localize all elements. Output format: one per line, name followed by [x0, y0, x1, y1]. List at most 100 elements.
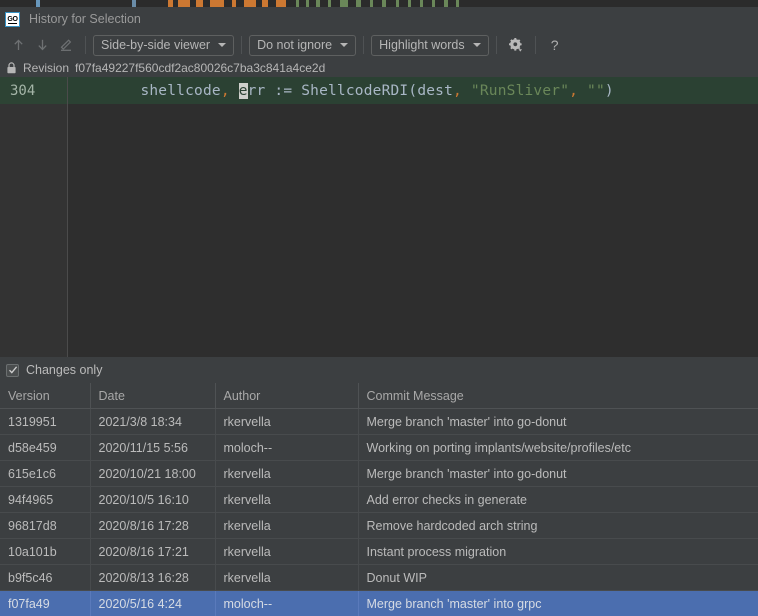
table-row[interactable]: d58e459 2020/11/15 5:56 moloch-- Working… [0, 434, 758, 461]
cell-date: 2020/5/16 4:24 [90, 590, 216, 616]
cell-author: moloch-- [215, 590, 359, 616]
history-for-selection-window: GO History for Selection Side-by-side vi… [0, 0, 758, 616]
toolbar-separator-5 [534, 36, 536, 54]
cell-date: 2020/8/16 17:28 [90, 512, 216, 539]
cell-version: 1319951 [0, 408, 91, 435]
cell-commit-message: Remove hardcoded arch string [358, 512, 758, 539]
line-number: 304 [0, 77, 68, 104]
code-token-space-3 [578, 83, 587, 99]
lock-icon [6, 62, 17, 74]
table-row[interactable]: 94f4965 2020/10/5 16:10 rkervella Add er… [0, 486, 758, 513]
cell-commit-message: Merge branch 'master' into go-donut [358, 408, 758, 435]
changes-only-label: Changes only [26, 363, 103, 377]
ignore-mode-label: Do not ignore [257, 38, 333, 52]
toolbar-separator-2 [241, 36, 243, 54]
cell-date: 2020/10/21 18:00 [90, 460, 216, 487]
toolbar-separator-3 [363, 36, 365, 54]
history-table: Version Date Author Commit Message 13199… [0, 383, 758, 616]
arrow-down-icon[interactable] [30, 34, 54, 56]
revision-label: Revision [23, 61, 70, 75]
text-caret-highlight: e [238, 82, 248, 99]
help-glyph: ? [550, 37, 559, 53]
column-header-version[interactable]: Version [0, 383, 91, 409]
code-token-empty-string: "" [587, 82, 605, 99]
code-token-comma-3: , [569, 82, 579, 99]
background-editor-sliver [0, 0, 758, 7]
cell-version: 94f4965 [0, 486, 91, 513]
cell-version: 96817d8 [0, 512, 91, 539]
diff-added-line-row[interactable]: 304 shellcode, e rr := ShellcodeRDI(dest,… [0, 77, 758, 104]
ignore-mode-dropdown[interactable]: Do not ignore [249, 34, 357, 56]
cell-date: 2020/8/13 16:28 [90, 564, 216, 591]
code-token-comma-2: , [453, 82, 462, 99]
code-token-string-runsliver: "RunSliver" [470, 82, 570, 99]
code-token-space-2 [462, 83, 471, 99]
cell-commit-message: Instant process migration [358, 538, 758, 565]
table-body: 1319951 2021/3/8 18:34 rkervella Merge b… [0, 408, 758, 616]
history-table-container[interactable]: Version Date Author Commit Message 13199… [0, 383, 758, 616]
cell-version: f07fa49 [0, 590, 91, 616]
table-row[interactable]: 615e1c6 2020/10/21 18:00 rkervella Merge… [0, 460, 758, 487]
viewer-mode-dropdown[interactable]: Side-by-side viewer [93, 34, 235, 56]
window-titlebar: GO History for Selection [0, 7, 758, 31]
code-token-close-paren: ) [604, 82, 614, 99]
table-row[interactable]: 1319951 2021/3/8 18:34 rkervella Merge b… [0, 408, 758, 435]
cell-version: 10a101b [0, 538, 91, 565]
cell-commit-message: Merge branch 'master' into grpc [358, 590, 758, 616]
table-row-selected[interactable]: f07fa49 2020/5/16 4:24 moloch-- Merge br… [0, 590, 758, 616]
gear-icon[interactable] [504, 34, 528, 56]
cell-author: rkervella [215, 408, 359, 435]
code-token-err-assign: rr := ShellcodeRDI [247, 82, 409, 99]
question-mark-icon[interactable]: ? [543, 34, 567, 56]
cell-date: 2020/8/16 17:21 [90, 538, 216, 565]
cell-author: moloch-- [215, 434, 359, 461]
table-row[interactable]: 96817d8 2020/8/16 17:28 rkervella Remove… [0, 512, 758, 539]
diff-toolbar: Side-by-side viewer Do not ignore Highli… [0, 31, 758, 59]
cell-commit-message: Add error checks in generate [358, 486, 758, 513]
highlight-mode-dropdown[interactable]: Highlight words [371, 34, 489, 56]
cell-author: rkervella [215, 512, 359, 539]
cell-date: 2020/11/15 5:56 [90, 434, 216, 461]
column-header-date[interactable]: Date [90, 383, 216, 409]
arrow-up-icon[interactable] [6, 34, 30, 56]
code-token-dest: dest [417, 82, 454, 99]
cell-version: d58e459 [0, 434, 91, 461]
code-token-comma: , [220, 82, 230, 99]
cell-version: b9f5c46 [0, 564, 91, 591]
chevron-down-icon [218, 43, 227, 47]
cell-author: rkervella [215, 460, 359, 487]
editor-gutter [0, 77, 68, 357]
cell-commit-message: Donut WIP [358, 564, 758, 591]
cell-commit-message: Working on porting implants/website/prof… [358, 434, 758, 461]
cell-author: rkervella [215, 538, 359, 565]
revision-hash: f07fa49227f560cdf2ac80026c7ba3c841a4ce2d [75, 61, 326, 75]
cell-author: rkervella [215, 486, 359, 513]
diff-editor-pane[interactable]: 304 shellcode, e rr := ShellcodeRDI(dest,… [0, 77, 758, 357]
table-row[interactable]: 10a101b 2020/8/16 17:21 rkervella Instan… [0, 538, 758, 565]
code-line[interactable]: shellcode, e rr := ShellcodeRDI(dest, "Ru… [68, 77, 758, 104]
code-token-identifier: shellcode [69, 82, 221, 99]
column-header-commit-message[interactable]: Commit Message [358, 383, 758, 409]
cell-author: rkervella [215, 564, 359, 591]
go-file-icon: GO [5, 11, 20, 27]
column-header-author[interactable]: Author [215, 383, 359, 409]
cell-date: 2021/3/8 18:34 [90, 408, 216, 435]
cell-date: 2020/10/5 16:10 [90, 486, 216, 513]
table-header-row: Version Date Author Commit Message [0, 383, 758, 409]
revision-bar: Revision f07fa49227f560cdf2ac80026c7ba3c… [0, 59, 758, 77]
pencil-icon[interactable] [54, 34, 78, 56]
changes-only-checkbox[interactable] [6, 363, 19, 377]
toolbar-separator-4 [495, 36, 497, 54]
changes-only-row[interactable]: Changes only [0, 357, 758, 383]
cell-version: 615e1c6 [0, 460, 91, 487]
highlight-mode-label: Highlight words [379, 38, 465, 52]
toolbar-separator-1 [85, 36, 86, 54]
checkmark-icon [8, 366, 17, 374]
window-title: History for Selection [29, 12, 141, 26]
table-header: Version Date Author Commit Message [0, 383, 758, 409]
viewer-mode-label: Side-by-side viewer [101, 38, 211, 52]
table-row[interactable]: b9f5c46 2020/8/13 16:28 rkervella Donut … [0, 564, 758, 591]
chevron-down-icon [340, 43, 349, 47]
code-token-open-paren: ( [408, 82, 418, 99]
